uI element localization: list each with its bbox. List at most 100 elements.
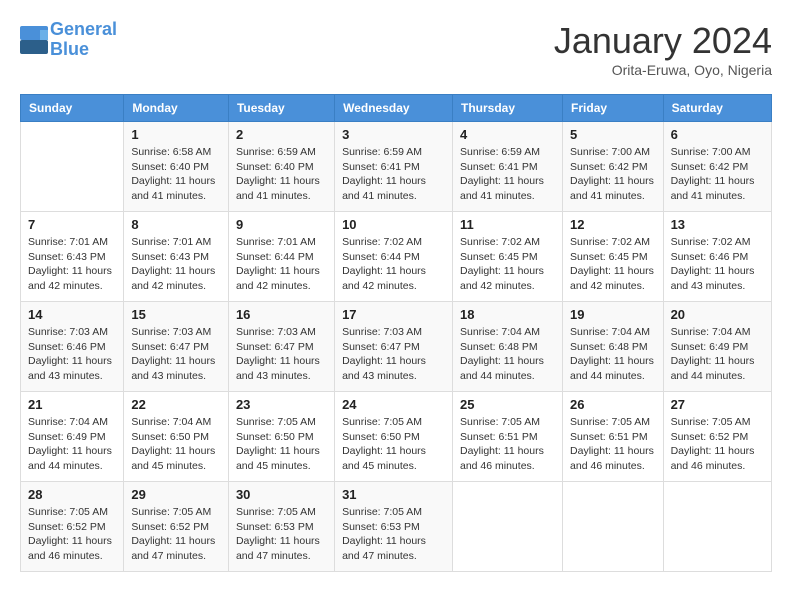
- sunset-text: Sunset: 6:46 PM: [28, 340, 116, 355]
- sunset-text: Sunset: 6:52 PM: [131, 520, 221, 535]
- calendar-cell: 29Sunrise: 7:05 AMSunset: 6:52 PMDayligh…: [124, 482, 229, 572]
- calendar-cell: 26Sunrise: 7:05 AMSunset: 6:51 PMDayligh…: [563, 392, 664, 482]
- daylight-text: Daylight: 11 hours and 42 minutes.: [342, 264, 445, 293]
- day-number: 13: [671, 217, 764, 232]
- sunset-text: Sunset: 6:52 PM: [28, 520, 116, 535]
- sunset-text: Sunset: 6:44 PM: [236, 250, 327, 265]
- calendar-cell: 2Sunrise: 6:59 AMSunset: 6:40 PMDaylight…: [228, 122, 334, 212]
- calendar-cell: 12Sunrise: 7:02 AMSunset: 6:45 PMDayligh…: [563, 212, 664, 302]
- day-number: 11: [460, 217, 555, 232]
- day-info: Sunrise: 6:59 AMSunset: 6:41 PMDaylight:…: [342, 145, 445, 204]
- day-info: Sunrise: 6:59 AMSunset: 6:40 PMDaylight:…: [236, 145, 327, 204]
- sunset-text: Sunset: 6:45 PM: [460, 250, 555, 265]
- calendar-cell: 30Sunrise: 7:05 AMSunset: 6:53 PMDayligh…: [228, 482, 334, 572]
- daylight-text: Daylight: 11 hours and 43 minutes.: [342, 354, 445, 383]
- daylight-text: Daylight: 11 hours and 41 minutes.: [342, 174, 445, 203]
- day-number: 1: [131, 127, 221, 142]
- sunset-text: Sunset: 6:50 PM: [236, 430, 327, 445]
- sunrise-text: Sunrise: 7:04 AM: [570, 325, 656, 340]
- calendar-cell: 23Sunrise: 7:05 AMSunset: 6:50 PMDayligh…: [228, 392, 334, 482]
- sunrise-text: Sunrise: 7:05 AM: [236, 415, 327, 430]
- day-info: Sunrise: 6:59 AMSunset: 6:41 PMDaylight:…: [460, 145, 555, 204]
- sunset-text: Sunset: 6:44 PM: [342, 250, 445, 265]
- calendar-cell: 14Sunrise: 7:03 AMSunset: 6:46 PMDayligh…: [21, 302, 124, 392]
- sunrise-text: Sunrise: 7:03 AM: [131, 325, 221, 340]
- calendar-cell: 1Sunrise: 6:58 AMSunset: 6:40 PMDaylight…: [124, 122, 229, 212]
- calendar-cell: [663, 482, 771, 572]
- day-info: Sunrise: 7:00 AMSunset: 6:42 PMDaylight:…: [671, 145, 764, 204]
- sunrise-text: Sunrise: 7:01 AM: [236, 235, 327, 250]
- daylight-text: Daylight: 11 hours and 43 minutes.: [671, 264, 764, 293]
- weekday-header-row: SundayMondayTuesdayWednesdayThursdayFrid…: [21, 95, 772, 122]
- location: Orita-Eruwa, Oyo, Nigeria: [554, 62, 772, 78]
- daylight-text: Daylight: 11 hours and 44 minutes.: [671, 354, 764, 383]
- sunset-text: Sunset: 6:48 PM: [460, 340, 555, 355]
- daylight-text: Daylight: 11 hours and 42 minutes.: [460, 264, 555, 293]
- day-number: 31: [342, 487, 445, 502]
- week-row-2: 7Sunrise: 7:01 AMSunset: 6:43 PMDaylight…: [21, 212, 772, 302]
- calendar-cell: 20Sunrise: 7:04 AMSunset: 6:49 PMDayligh…: [663, 302, 771, 392]
- calendar-cell: 15Sunrise: 7:03 AMSunset: 6:47 PMDayligh…: [124, 302, 229, 392]
- calendar-cell: 13 Sunrise: 7:02 AMSunset: 6:46 PMDayligh…: [663, 212, 771, 302]
- daylight-text: Daylight: 11 hours and 45 minutes.: [342, 444, 445, 473]
- day-info: Sunrise: 7:04 AMSunset: 6:49 PMDaylight:…: [671, 325, 764, 384]
- sunrise-text: Sunrise: 7:02 AM: [671, 235, 764, 250]
- sunrise-text: Sunrise: 6:58 AM: [131, 145, 221, 160]
- calendar-cell: 22Sunrise: 7:04 AMSunset: 6:50 PMDayligh…: [124, 392, 229, 482]
- sunrise-text: Sunrise: 7:03 AM: [28, 325, 116, 340]
- sunrise-text: Sunrise: 7:05 AM: [236, 505, 327, 520]
- week-row-5: 28Sunrise: 7:05 AMSunset: 6:52 PMDayligh…: [21, 482, 772, 572]
- calendar-cell: [563, 482, 664, 572]
- sunrise-text: Sunrise: 7:00 AM: [570, 145, 656, 160]
- sunrise-text: Sunrise: 7:05 AM: [342, 505, 445, 520]
- daylight-text: Daylight: 11 hours and 47 minutes.: [236, 534, 327, 563]
- calendar-cell: 8 Sunrise: 7:01 AMSunset: 6:43 PMDaylight…: [124, 212, 229, 302]
- day-info: Sunrise: 7:05 AMSunset: 6:52 PMDaylight:…: [671, 415, 764, 474]
- sunrise-text: Sunrise: 6:59 AM: [236, 145, 327, 160]
- calendar-body: 1 Sunrise: 6:58 AM Sunset: 6:40 PM Daylight…: [21, 122, 772, 572]
- calendar-cell: 25 Sunrise: 7:05 AMSunset: 6:51 PMDayligh…: [452, 392, 562, 482]
- sunrise-text: Sunrise: 7:00 AM: [671, 145, 764, 160]
- day-info: Sunrise: 7:01 AMSunset: 6:43 PMDaylight:…: [131, 235, 221, 294]
- daylight-text: Daylight: 11 hours and 47 minutes.: [131, 534, 221, 563]
- sunset-text: Sunset: 6:46 PM: [671, 250, 764, 265]
- weekday-header-wednesday: Wednesday: [335, 95, 453, 122]
- day-info: Sunrise: 7:04 AMSunset: 6:48 PMDaylight:…: [570, 325, 656, 384]
- calendar-cell: 3Sunrise: 6:59 AMSunset: 6:41 PMDaylight…: [335, 122, 453, 212]
- calendar-cell: 27Sunrise: 7:05 AMSunset: 6:52 PMDayligh…: [663, 392, 771, 482]
- sunset-text: Sunset: 6:53 PM: [342, 520, 445, 535]
- sunrise-text: Sunrise: 7:02 AM: [570, 235, 656, 250]
- day-info: Sunrise: 7:05 AMSunset: 6:50 PMDaylight:…: [342, 415, 445, 474]
- day-number: 8: [131, 217, 221, 232]
- sunrise-text: Sunrise: 7:02 AM: [460, 235, 555, 250]
- week-row-1: 1 Sunrise: 6:58 AM Sunset: 6:40 PM Daylight…: [21, 122, 772, 212]
- day-number: 17: [342, 307, 445, 322]
- day-info: Sunrise: 7:01 AMSunset: 6:44 PMDaylight:…: [236, 235, 327, 294]
- sunrise-text: Sunrise: 7:05 AM: [671, 415, 764, 430]
- day-number: 5: [570, 127, 656, 142]
- day-info: Sunrise: 7:04 AMSunset: 6:50 PMDaylight:…: [131, 415, 221, 474]
- day-number: 4: [460, 127, 555, 142]
- daylight-text: Daylight: 11 hours and 43 minutes.: [236, 354, 327, 383]
- day-number: 14: [28, 307, 116, 322]
- day-number: 21: [28, 397, 116, 412]
- day-number: 29: [131, 487, 221, 502]
- sunrise-text: Sunrise: 7:01 AM: [131, 235, 221, 250]
- calendar-cell: 21Sunrise: 7:04 AMSunset: 6:49 PMDayligh…: [21, 392, 124, 482]
- sunrise-text: Sunrise: 7:04 AM: [131, 415, 221, 430]
- sunset-text: Sunset: 6:47 PM: [236, 340, 327, 355]
- sunset-text: Sunset: 6:49 PM: [671, 340, 764, 355]
- daylight-text: Daylight: 11 hours and 42 minutes.: [28, 264, 116, 293]
- week-row-3: 14Sunrise: 7:03 AMSunset: 6:46 PMDayligh…: [21, 302, 772, 392]
- logo-icon: [20, 26, 48, 54]
- logo-general: General: [50, 19, 117, 39]
- sunrise-text: Sunrise: 7:05 AM: [28, 505, 116, 520]
- daylight-text: Daylight: 11 hours and 41 minutes.: [570, 174, 656, 203]
- calendar-cell: [21, 122, 124, 212]
- day-info: Sunrise: 7:05 AMSunset: 6:51 PMDaylight:…: [460, 415, 555, 474]
- day-number: 9: [236, 217, 327, 232]
- day-number: 25: [460, 397, 555, 412]
- day-number: 6: [671, 127, 764, 142]
- sunset-text: Sunset: 6:45 PM: [570, 250, 656, 265]
- sunset-text: Sunset: 6:40 PM: [236, 160, 327, 175]
